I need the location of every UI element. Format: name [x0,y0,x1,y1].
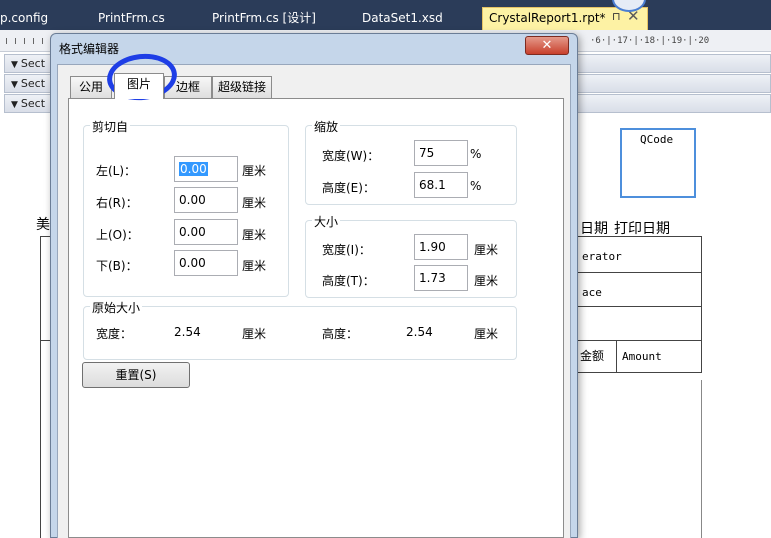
size-width-input[interactable]: 1.90 [414,234,468,260]
crop-right-unit: 厘米 [242,196,267,210]
tab-picture[interactable]: 图片 [114,73,164,99]
ruler-ticks [6,38,50,44]
crop-top-unit: 厘米 [242,228,267,242]
report-print-date-field[interactable]: 打印日期 [614,218,670,238]
report-line [578,272,702,273]
original-width-value: 2.54 [174,325,201,339]
ruler-labels: ·6·|·17·|·18·|·19·|·20 [590,36,710,46]
report-line [40,376,41,538]
section-label: Sect [20,77,46,90]
crop-left-label: 左(L)： [96,164,137,178]
original-size-group: 原始大小 宽度： 2.54 厘米 高度： 2.54 厘米 [83,299,517,360]
section-label: Sect [20,97,46,110]
scale-height-label: 高度(E)： [322,181,375,195]
report-date-label[interactable]: 日期 [580,218,608,238]
dialog-title: 格式编辑器 [59,42,120,56]
report-place-field[interactable]: ace [582,286,602,299]
report-left-char: 美 [36,217,50,233]
size-group-label: 大小 [312,213,341,230]
collapse-arrow-icon[interactable]: ▼ [11,100,18,110]
crop-bottom-unit: 厘米 [242,259,267,273]
crop-group: 剪切自 左(L)： 0.00 厘米 右(R)： 0.00 厘米 上(O)： 0.… [83,118,289,297]
report-amount-field[interactable]: Amount [622,350,662,363]
crop-group-label: 剪切自 [90,118,131,135]
original-size-group-label: 原始大小 [90,299,143,316]
dialog-body: 公用 图片 边框 超级链接 剪切自 左(L)： 0.00 厘米 右(R)： 0.… [57,64,571,538]
doc-tab-crystalreport1-label: CrystalReport1.rpt* [489,11,606,25]
report-line [701,236,702,372]
size-height-input[interactable]: 1.73 [414,265,468,291]
report-operator-field[interactable]: erator [582,250,622,263]
report-line [616,340,617,372]
format-editor-dialog: 格式编辑器 ✕ 公用 图片 边框 超级链接 剪切自 左(L)： 0.00 厘米 … [50,33,578,538]
scale-width-label: 宽度(W)： [322,149,380,163]
scale-width-input[interactable]: 75 [414,140,468,166]
tab-hyperlink[interactable]: 超级链接 [212,76,272,98]
crop-top-label: 上(O)： [96,228,139,242]
crop-right-input[interactable]: 0.00 [174,187,238,213]
scale-group-label: 缩放 [312,118,341,135]
scale-group: 缩放 宽度(W)： 75 % 高度(E)： 68.1 % [305,118,517,205]
scale-height-input[interactable]: 68.1 [414,172,468,198]
size-width-label: 宽度(I)： [322,243,371,257]
report-line [40,236,41,386]
collapse-arrow-icon[interactable]: ▼ [11,80,18,90]
collapse-arrow-icon[interactable]: ▼ [11,60,18,70]
report-line [578,306,702,307]
report-amount-label[interactable]: 金额 [580,347,604,364]
size-height-unit: 厘米 [474,274,499,288]
section-label: Sect [20,57,46,70]
scale-width-unit: % [470,147,482,161]
report-line [578,372,702,373]
original-height-unit: 厘米 [474,327,499,341]
doc-tab-app-config[interactable]: p.config [0,8,48,30]
crop-left-value: 0.00 [179,162,208,176]
doc-tab-printfrm-design[interactable]: PrintFrm.cs [设计] [212,8,316,30]
original-width-label: 宽度： [96,327,133,341]
crop-top-input[interactable]: 0.00 [174,219,238,245]
crop-bottom-input[interactable]: 0.00 [174,250,238,276]
crop-right-label: 右(R)： [96,196,138,210]
crop-bottom-label: 下(B)： [96,259,138,273]
qcode-picture-object[interactable]: QCode [620,128,696,198]
doc-tab-printfrm-cs[interactable]: PrintFrm.cs [98,8,165,30]
scale-height-unit: % [470,179,482,193]
reset-button[interactable]: 重置(S) [82,362,190,388]
pin-icon[interactable]: ⊓ [612,10,621,23]
report-line [701,380,702,538]
size-width-unit: 厘米 [474,243,499,257]
qcode-label: QCode [640,133,674,146]
crop-left-input[interactable]: 0.00 [174,156,238,182]
size-group: 大小 宽度(I)： 1.90 厘米 高度(T)： 1.73 厘米 [305,213,517,298]
original-width-unit: 厘米 [242,327,267,341]
crop-left-unit: 厘米 [242,164,267,178]
close-icon[interactable]: ✕ [525,36,569,55]
original-height-value: 2.54 [406,325,433,339]
picture-tab-page: 剪切自 左(L)： 0.00 厘米 右(R)： 0.00 厘米 上(O)： 0.… [68,98,564,538]
original-height-label: 高度： [322,327,359,341]
document-tab-bar: p.config PrintFrm.cs PrintFrm.cs [设计] Da… [0,0,771,30]
doc-tab-dataset1[interactable]: DataSet1.xsd [362,8,443,30]
tab-common[interactable]: 公用 [70,76,112,98]
size-height-label: 高度(T)： [322,274,375,288]
